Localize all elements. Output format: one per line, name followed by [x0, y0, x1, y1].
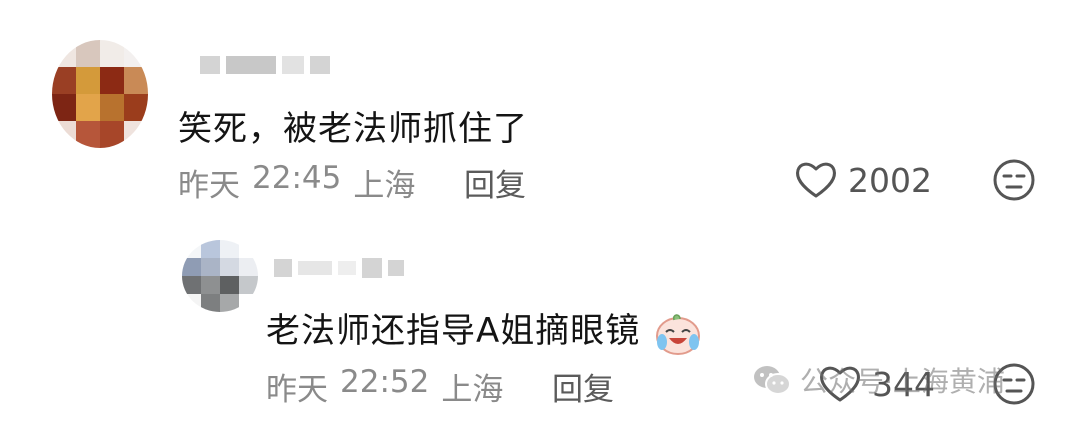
- reply-reply-button[interactable]: 回复: [552, 364, 614, 409]
- reply-date: 昨天: [266, 372, 328, 408]
- reply-meta: 昨天 22:52 上海: [266, 364, 503, 409]
- comment-thread: 笑死，被老法师抓住了 昨天 22:45 上海 回复 2002 老法师还指导A姐摘…: [0, 0, 1080, 426]
- reply-username-redacted[interactable]: [274, 258, 404, 278]
- like-button[interactable]: 2002: [794, 160, 932, 200]
- wechat-icon: [754, 366, 791, 395]
- comment-date: 昨天: [178, 168, 240, 204]
- reply-text: 老法师还指导A姐摘眼镜: [266, 303, 702, 356]
- username-redacted[interactable]: [200, 56, 330, 74]
- heart-icon: [796, 162, 836, 198]
- comment-time: 22:45: [252, 160, 342, 196]
- watermark: 公众号·上海黄浦: [752, 360, 1005, 400]
- comment-meta: 昨天 22:45 上海: [178, 160, 415, 205]
- laughing-tears-emoji: [656, 313, 701, 355]
- reply-location: 上海: [441, 372, 504, 408]
- watermark-text: 公众号·上海黄浦: [800, 365, 1005, 398]
- avatar[interactable]: [52, 40, 148, 148]
- comment-location: 上海: [353, 168, 416, 204]
- like-count: 2002: [848, 160, 932, 200]
- reply-text-content: 老法师还指导A姐摘眼镜: [266, 311, 641, 351]
- reply-avatar[interactable]: [182, 240, 258, 312]
- dislike-face-icon[interactable]: [992, 158, 1036, 202]
- reply-button[interactable]: 回复: [464, 160, 526, 205]
- reply-time: 22:52: [340, 364, 430, 400]
- comment-text: 笑死，被老法师抓住了: [178, 109, 528, 149]
